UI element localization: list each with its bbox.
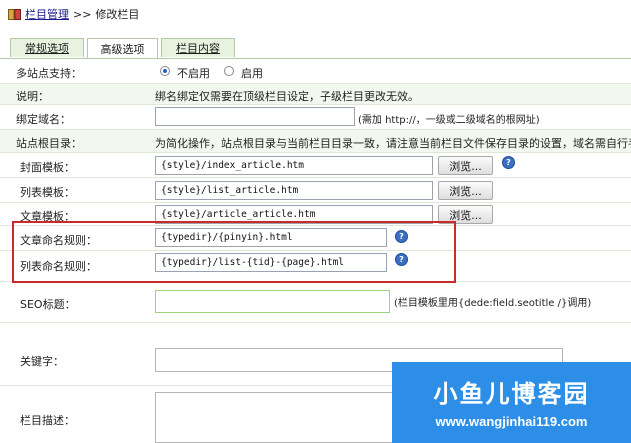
list-naming-row: 列表命名规则： {typedir}/list-{tid}-{page}.html… (0, 251, 631, 282)
watermark-title: 小鱼儿博客园 (433, 380, 590, 408)
help-icon[interactable]: ? (502, 156, 515, 169)
description-textarea[interactable] (155, 392, 395, 443)
seo-title-input[interactable] (155, 290, 390, 313)
radio-disabled[interactable] (160, 66, 170, 76)
article-template-input[interactable]: {style}/article_article.htm (155, 205, 433, 224)
list-naming-label: 列表命名规则： (20, 260, 97, 273)
note-row: 说明： 绑名绑定仅需要在顶级栏目设定，子级栏目更改无效。 (0, 84, 631, 105)
note-text: 绑名绑定仅需要在顶级栏目设定，子级栏目更改无效。 (155, 90, 419, 103)
tab-advanced[interactable]: 高级选项 (87, 38, 158, 58)
seo-label: SEO标题： (20, 298, 76, 311)
help-icon[interactable]: ? (395, 253, 408, 266)
domain-input[interactable] (155, 107, 355, 126)
breadcrumb-current: 修改栏目 (95, 8, 140, 21)
cover-template-label: 封面模板： (20, 161, 75, 174)
domain-row: 绑定域名： (需加 http://，一级或二级域名的根网址) (0, 105, 631, 130)
article-template-row: 文章模板： {style}/article_article.htm 浏览... (0, 203, 631, 226)
multisite-row: 多站点支持： 不启用 启用 (0, 59, 631, 84)
radio-enabled[interactable] (224, 66, 234, 76)
article-naming-input[interactable]: {typedir}/{pinyin}.html (155, 228, 387, 247)
watermark-url: www.wangjinhai119.com (435, 414, 588, 429)
breadcrumb: 栏目管理 >> 修改栏目 (8, 5, 139, 23)
site-root-label: 站点根目录： (16, 137, 82, 150)
multisite-label: 多站点支持： (16, 67, 82, 80)
tab-content[interactable]: 栏目内容 (161, 38, 235, 57)
help-icon[interactable]: ? (395, 230, 408, 243)
note-label: 说明： (16, 90, 49, 103)
watermark-banner: 小鱼儿博客园 www.wangjinhai119.com (392, 362, 631, 443)
article-naming-row: 文章命名规则： {typedir}/{pinyin}.html ? (0, 226, 631, 251)
list-template-row: 列表模板： {style}/list_article.htm 浏览... (0, 178, 631, 203)
seo-hint: (栏目模板里用{dede:field.seotitle /}调用) (394, 298, 592, 309)
keywords-label: 关键字： (20, 355, 64, 368)
domain-label: 绑定域名： (16, 113, 71, 126)
breadcrumb-separator: >> (73, 7, 92, 21)
breadcrumb-section-link[interactable]: 栏目管理 (25, 6, 69, 22)
cover-template-row: 封面模板： {style}/index_article.htm 浏览... ? (0, 153, 631, 178)
list-template-label: 列表模板： (20, 186, 75, 199)
book-icon (8, 8, 21, 20)
list-naming-input[interactable]: {typedir}/list-{tid}-{page}.html (155, 253, 387, 272)
list-browse-button[interactable]: 浏览... (438, 181, 493, 200)
site-root-text: 为简化操作，站点根目录与当前栏目目录一致，请注意当前栏目文件保存目录的设置，域名… (155, 137, 631, 150)
tab-general[interactable]: 常规选项 (10, 38, 84, 57)
radio-enabled-label: 启用 (241, 67, 263, 80)
cover-template-input[interactable]: {style}/index_article.htm (155, 156, 433, 175)
site-root-row: 站点根目录： 为简化操作，站点根目录与当前栏目目录一致，请注意当前栏目文件保存目… (0, 130, 631, 153)
radio-disabled-label: 不启用 (177, 67, 210, 80)
seo-row: SEO标题： (栏目模板里用{dede:field.seotitle /}调用) (0, 282, 631, 323)
list-template-input[interactable]: {style}/list_article.htm (155, 181, 433, 200)
domain-hint: (需加 http://，一级或二级域名的根网址) (358, 115, 540, 126)
article-naming-label: 文章命名规则： (20, 234, 97, 247)
article-template-label: 文章模板： (20, 210, 75, 223)
cover-browse-button[interactable]: 浏览... (438, 156, 493, 175)
article-browse-button[interactable]: 浏览... (438, 205, 493, 224)
description-label: 栏目描述： (20, 414, 75, 427)
